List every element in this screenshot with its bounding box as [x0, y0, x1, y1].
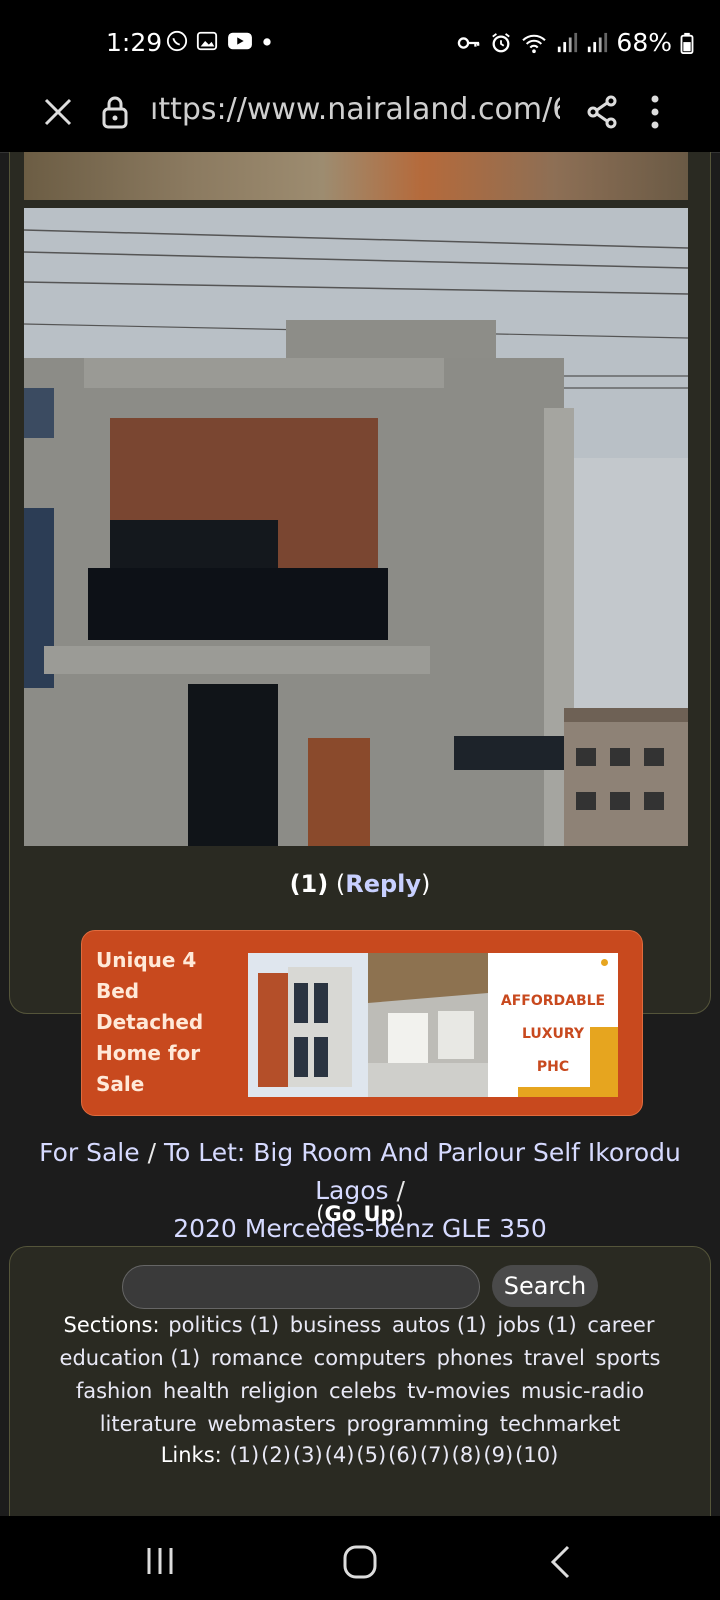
ad-headline: Unique 4 Bed Detached Home for Sale: [96, 948, 204, 1096]
section-link[interactable]: religion: [240, 1379, 318, 1403]
notification-icons: [166, 30, 272, 52]
section-link[interactable]: techmarket: [500, 1412, 621, 1436]
page-link[interactable]: (9): [483, 1443, 513, 1467]
section-link[interactable]: fashion: [76, 1379, 153, 1403]
signal-icon: [588, 32, 608, 52]
breadcrumb-separator: /: [147, 1138, 157, 1167]
gallery-icon: [196, 31, 218, 51]
footer-box: Search Sections: politics (1) business a…: [9, 1246, 711, 1516]
page-link[interactable]: (3): [293, 1443, 323, 1467]
section-link[interactable]: literature: [100, 1412, 197, 1436]
section-link[interactable]: celebs: [329, 1379, 397, 1403]
section-link[interactable]: webmasters: [207, 1412, 335, 1436]
section-link[interactable]: romance: [211, 1346, 303, 1370]
page-link[interactable]: (4): [325, 1443, 355, 1467]
section-link[interactable]: computers: [314, 1346, 426, 1370]
wifi-icon: [522, 34, 547, 53]
section-link[interactable]: autos (1): [392, 1313, 487, 1337]
breadcrumb-to-let[interactable]: To Let: Big Room And Parlour Self Ikorod…: [164, 1138, 681, 1205]
section-link[interactable]: education (1): [60, 1346, 201, 1370]
section-link[interactable]: career: [587, 1313, 654, 1337]
alarm-icon: [492, 32, 511, 52]
links-label: Links:: [160, 1443, 222, 1467]
section-link[interactable]: music-radio: [521, 1379, 644, 1403]
search-button[interactable]: Search: [492, 1265, 598, 1307]
breadcrumb: For Sale / To Let: Big Room And Parlour …: [0, 1134, 720, 1248]
battery-icon: [680, 32, 694, 54]
go-up-line: (Go Up): [316, 1202, 404, 1226]
house-photo[interactable]: [24, 208, 688, 846]
page-link[interactable]: (5): [356, 1443, 386, 1467]
section-link[interactable]: travel: [524, 1346, 585, 1370]
more-options-icon[interactable]: [648, 92, 662, 132]
page-link[interactable]: (7): [420, 1443, 450, 1467]
ad-banner[interactable]: Unique 4 Bed Detached Home for Sale AFFO…: [81, 930, 643, 1116]
system-nav-bar: [0, 1516, 720, 1600]
share-icon[interactable]: [586, 94, 618, 130]
whatsapp-icon: [166, 30, 188, 52]
close-icon[interactable]: [40, 94, 76, 130]
section-link[interactable]: jobs (1): [497, 1313, 576, 1337]
page-link[interactable]: (10): [515, 1443, 558, 1467]
home-icon[interactable]: [342, 1544, 378, 1580]
breadcrumb-for-sale[interactable]: For Sale: [39, 1138, 140, 1167]
dot-icon: [263, 38, 271, 46]
section-link[interactable]: phones: [437, 1346, 514, 1370]
section-link[interactable]: business: [290, 1313, 382, 1337]
section-link[interactable]: sports: [596, 1346, 661, 1370]
signal-icon: [558, 32, 578, 52]
page-link[interactable]: (1): [229, 1443, 259, 1467]
lock-icon[interactable]: [100, 94, 130, 130]
key-icon: [458, 36, 480, 49]
section-link[interactable]: programming: [346, 1412, 489, 1436]
sections-list: Sections: politics (1) business autos (1…: [24, 1309, 696, 1441]
page-content: (1) (Reply) Unique 4 Bed Detached Home f…: [0, 152, 720, 1516]
battery-percent: 68%: [616, 28, 672, 57]
breadcrumb-separator: /: [396, 1176, 405, 1205]
post-image-top[interactable]: [24, 152, 688, 200]
ad-accent-strip: [590, 1027, 618, 1097]
reply-line: (1) (Reply): [289, 870, 431, 898]
browser-toolbar: ıttps://www.nairaland.com/6: [0, 86, 720, 153]
recents-icon[interactable]: [145, 1546, 175, 1576]
url-field[interactable]: ıttps://www.nairaland.com/6: [150, 92, 560, 127]
section-link[interactable]: politics (1): [168, 1313, 279, 1337]
go-up-link[interactable]: Go Up: [324, 1202, 395, 1226]
status-bar: 1:29 68%: [0, 0, 720, 86]
sections-label: Sections:: [63, 1313, 160, 1337]
ad-tag-panel: AFFORDABLE LUXURY PHC: [488, 953, 618, 1097]
section-link[interactable]: tv-movies: [407, 1379, 510, 1403]
page-link[interactable]: (8): [452, 1443, 482, 1467]
ad-dot: [601, 959, 608, 966]
ad-house-images: [248, 953, 488, 1097]
search-input[interactable]: [122, 1265, 480, 1309]
reply-link[interactable]: Reply: [345, 870, 421, 898]
system-icons: 68%: [456, 28, 694, 57]
links-list: Links: (1)(2)(3)(4)(5)(6)(7)(8)(9)(10): [24, 1443, 696, 1467]
youtube-icon: [228, 32, 252, 50]
status-time: 1:29: [106, 28, 163, 57]
page-link[interactable]: (6): [388, 1443, 418, 1467]
page-link[interactable]: (2): [261, 1443, 291, 1467]
section-link[interactable]: health: [163, 1379, 229, 1403]
back-icon[interactable]: [548, 1544, 572, 1580]
reply-count: (1): [289, 870, 329, 898]
